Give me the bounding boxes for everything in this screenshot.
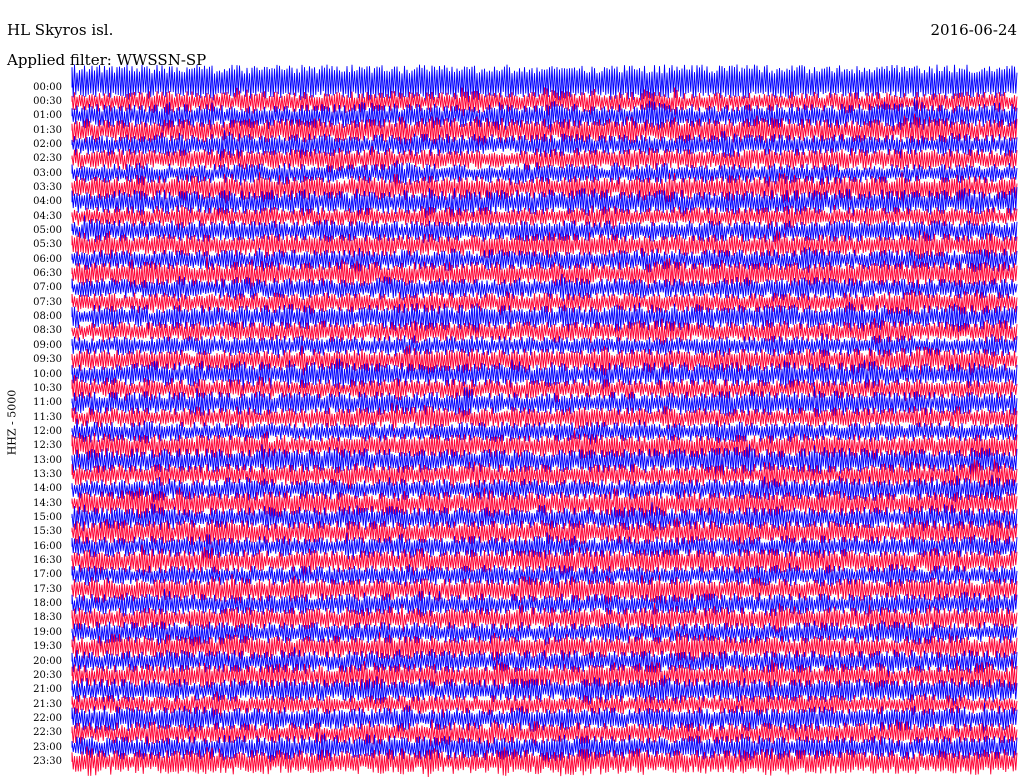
helicorder-plot <box>71 64 1018 778</box>
trace-row-0000 <box>71 64 1018 103</box>
